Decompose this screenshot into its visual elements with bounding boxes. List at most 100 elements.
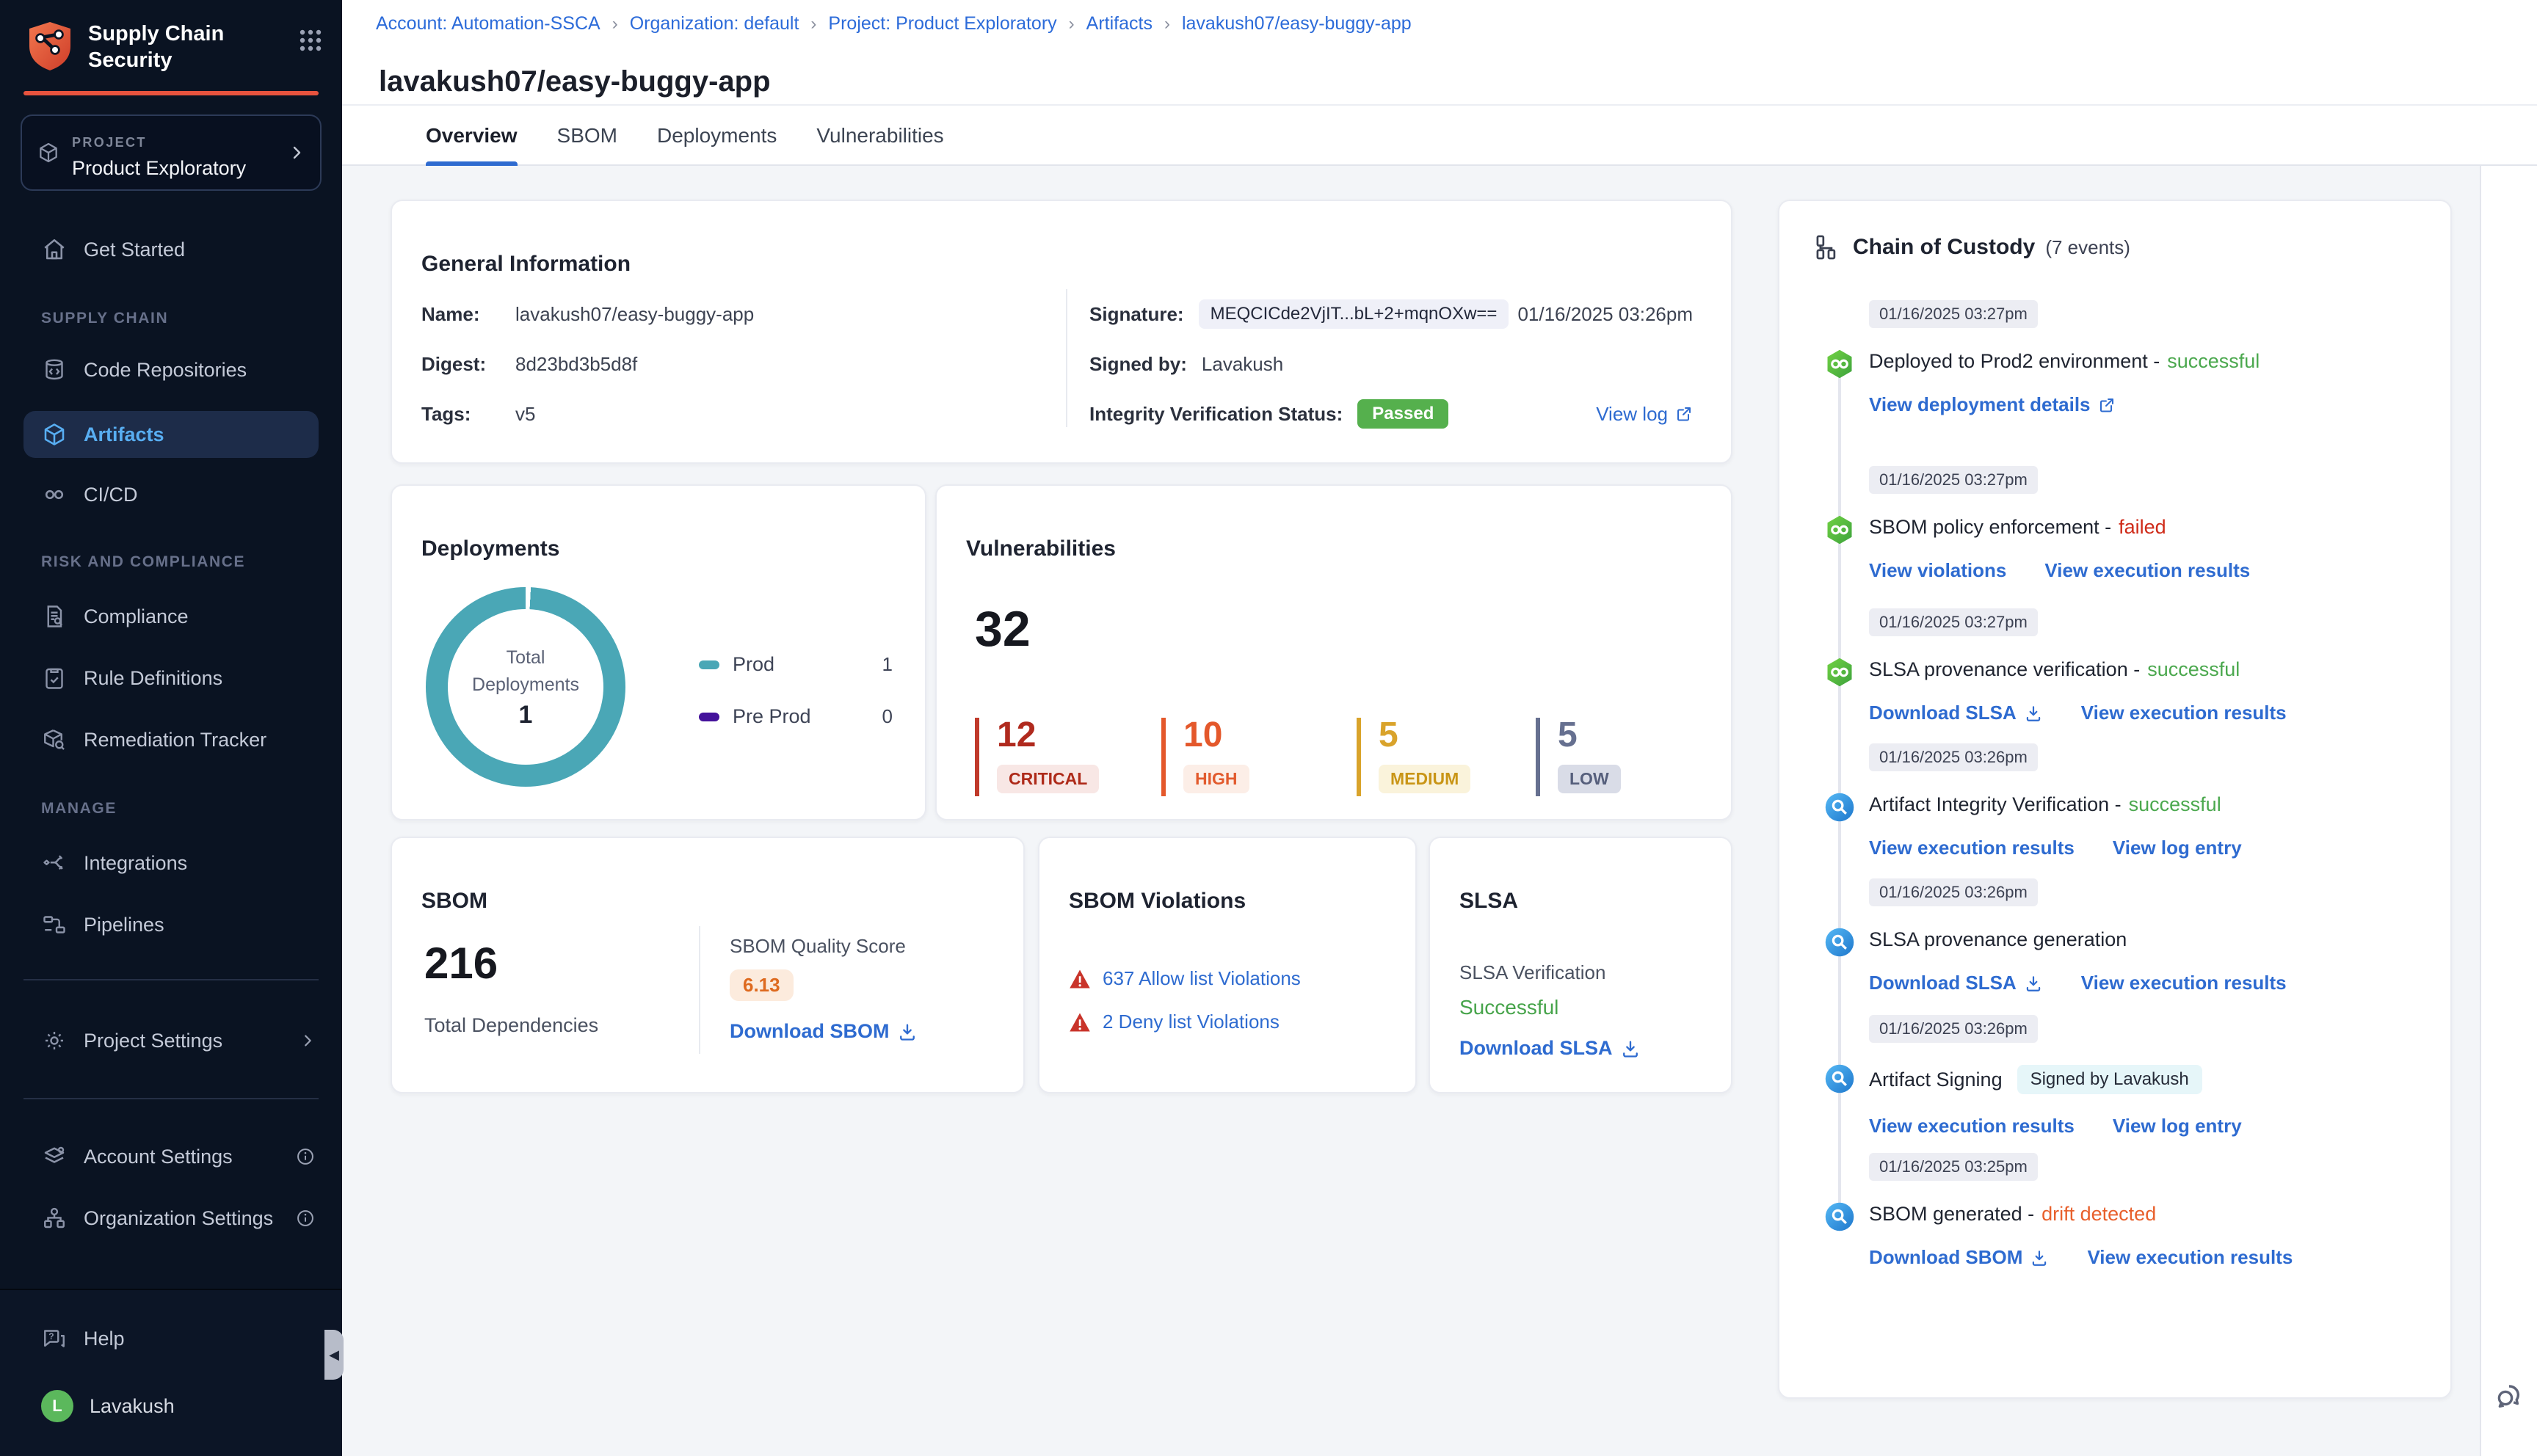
breadcrumb-account[interactable]: Account: Automation-SSCA bbox=[376, 13, 600, 34]
artifacts-cube-icon bbox=[41, 421, 68, 448]
sidebar-item-cicd[interactable]: CI/CD bbox=[0, 473, 342, 517]
severity-medium: 5 MEDIUM bbox=[1357, 718, 1536, 796]
legend-item-preprod: Pre Prod 0 bbox=[699, 705, 893, 728]
sidebar-collapse-handle[interactable]: ◀ bbox=[324, 1330, 344, 1380]
view-deployment-details-link[interactable]: View deployment details bbox=[1869, 393, 2116, 416]
view-execution-results-link[interactable]: View execution results bbox=[2087, 1246, 2293, 1269]
sidebar-item-organization-settings[interactable]: Organization Settings bbox=[0, 1196, 342, 1240]
external-link-icon bbox=[1677, 407, 1691, 421]
breadcrumb-project[interactable]: Project: Product Exploratory bbox=[828, 13, 1056, 34]
artifact-tags: v5 bbox=[515, 402, 536, 425]
warning-triangle-icon bbox=[1070, 969, 1090, 988]
severity-critical: 12 CRITICAL bbox=[975, 718, 1161, 796]
card-title: SBOM bbox=[421, 888, 487, 913]
timeline-event: 01/16/2025 03:27pm Deployed to Prod2 env… bbox=[1869, 298, 2424, 416]
sidebar-item-rule-definitions[interactable]: Rule Definitions bbox=[0, 656, 342, 700]
tab-deployments[interactable]: Deployments bbox=[657, 106, 777, 166]
allow-list-violations-link[interactable]: 637 Allow list Violations bbox=[1103, 967, 1301, 990]
slsa-verification-status: Successful bbox=[1459, 996, 1559, 1019]
download-icon bbox=[2026, 705, 2040, 721]
sitemap-icon bbox=[1812, 233, 1840, 261]
view-log-link[interactable]: View log bbox=[1596, 403, 1693, 426]
sidebar-item-label: Organization Settings bbox=[84, 1206, 274, 1229]
download-sbom-link[interactable]: Download SBOM bbox=[1869, 1246, 2049, 1269]
view-execution-results-link[interactable]: View execution results bbox=[1869, 837, 2075, 859]
legend-item-prod: Prod 1 bbox=[699, 653, 893, 676]
download-sbom-link[interactable]: Download SBOM bbox=[730, 1020, 918, 1043]
download-slsa-link[interactable]: Download SLSA bbox=[1459, 1037, 1641, 1060]
event-timestamp: 01/16/2025 03:27pm bbox=[1869, 466, 2038, 494]
sidebar-item-get-started[interactable]: Get Started bbox=[0, 228, 342, 272]
remediation-box-icon bbox=[41, 727, 68, 753]
home-icon bbox=[41, 236, 68, 263]
help-button[interactable]: ? Help bbox=[41, 1325, 125, 1352]
sidebar-item-label: Remediation Tracker bbox=[84, 728, 267, 751]
sidebar-section-supply-chain: SUPPLY CHAIN bbox=[41, 310, 169, 327]
breadcrumb-separator: › bbox=[810, 13, 817, 34]
event-timestamp: 01/16/2025 03:27pm bbox=[1869, 300, 2038, 328]
view-log-entry-link[interactable]: View log entry bbox=[2113, 1115, 2242, 1138]
feedback-chat-icon[interactable] bbox=[2493, 1377, 2528, 1412]
sidebar-item-label: Get Started bbox=[84, 238, 186, 261]
view-execution-results-link[interactable]: View execution results bbox=[2081, 972, 2287, 994]
deny-list-violations-link[interactable]: 2 Deny list Violations bbox=[1103, 1011, 1280, 1033]
severity-badge: HIGH bbox=[1183, 765, 1249, 793]
sidebar-item-pipelines[interactable]: Pipelines bbox=[0, 903, 342, 947]
external-link-icon bbox=[2099, 398, 2113, 412]
tab-sbom[interactable]: SBOM bbox=[557, 106, 617, 166]
sidebar-item-code-repositories[interactable]: Code Repositories bbox=[0, 348, 342, 392]
compliance-document-icon bbox=[41, 603, 68, 630]
sbom-total-dependencies: 216 bbox=[424, 939, 498, 988]
pipelines-icon bbox=[41, 911, 68, 938]
view-violations-link[interactable]: View violations bbox=[1869, 559, 2006, 582]
event-title: SLSA provenance verification - successfu… bbox=[1869, 658, 2240, 680]
event-status: drift detected bbox=[2041, 1203, 2157, 1225]
svg-text:?: ? bbox=[48, 1331, 54, 1342]
legend-value: 0 bbox=[882, 705, 893, 727]
name-row: Name: lavakush07/easy-buggy-app bbox=[421, 302, 755, 325]
view-execution-results-link[interactable]: View execution results bbox=[2044, 559, 2250, 582]
download-slsa-link[interactable]: Download SLSA bbox=[1869, 972, 2043, 994]
user-menu[interactable]: L Lavakush bbox=[41, 1390, 175, 1422]
content-area: General Information Name: lavakush07/eas… bbox=[342, 166, 2537, 1456]
donut-center-label: Total Deployments 1 bbox=[472, 647, 579, 729]
column-divider bbox=[1066, 289, 1067, 427]
sidebar-item-compliance[interactable]: Compliance bbox=[0, 594, 342, 638]
breadcrumb-current[interactable]: lavakush07/easy-buggy-app bbox=[1182, 13, 1412, 34]
sidebar-item-label: Rule Definitions bbox=[84, 666, 223, 689]
view-execution-results-link[interactable]: View execution results bbox=[2081, 702, 2287, 724]
sidebar-item-artifacts[interactable]: Artifacts bbox=[23, 411, 319, 458]
view-log-entry-link[interactable]: View log entry bbox=[2113, 837, 2242, 859]
sidebar-item-project-settings[interactable]: Project Settings bbox=[0, 1019, 342, 1063]
sidebar-item-remediation-tracker[interactable]: Remediation Tracker bbox=[0, 718, 342, 762]
sidebar-item-account-settings[interactable]: Account Settings bbox=[0, 1135, 342, 1179]
project-selector[interactable]: PROJECT Product Exploratory bbox=[21, 114, 322, 191]
download-icon bbox=[2033, 1250, 2047, 1266]
app-logo-shield-icon bbox=[26, 21, 73, 73]
sidebar-item-label: Artifacts bbox=[84, 423, 164, 445]
chevron-right-icon bbox=[300, 1033, 316, 1049]
breadcrumb-organization[interactable]: Organization: default bbox=[630, 13, 799, 34]
event-links: View violations View execution results bbox=[1869, 559, 2424, 582]
artifact-digest: 8d23bd3b5d8f bbox=[515, 352, 638, 375]
tab-vulnerabilities[interactable]: Vulnerabilities bbox=[816, 106, 943, 166]
signature-date: 01/16/2025 03:26pm bbox=[1517, 302, 1693, 325]
column-divider bbox=[699, 926, 700, 1054]
signed-by-badge: Signed by Lavakush bbox=[2017, 1065, 2202, 1094]
breadcrumb-artifacts[interactable]: Artifacts bbox=[1086, 13, 1153, 34]
code-repository-icon bbox=[41, 357, 68, 383]
help-label: Help bbox=[84, 1327, 125, 1350]
info-icon[interactable] bbox=[295, 1208, 316, 1228]
download-slsa-link[interactable]: Download SLSA bbox=[1869, 702, 2043, 724]
sidebar-item-integrations[interactable]: Integrations bbox=[0, 841, 342, 885]
view-execution-results-link[interactable]: View execution results bbox=[1869, 1115, 2075, 1138]
quality-score-label: SBOM Quality Score bbox=[730, 935, 906, 957]
event-status: successful bbox=[2147, 658, 2240, 680]
event-links: Download SLSA View execution results bbox=[1869, 702, 2424, 724]
info-icon[interactable] bbox=[295, 1146, 316, 1167]
module-grid-icon[interactable] bbox=[300, 29, 322, 51]
project-cube-icon bbox=[37, 141, 60, 164]
sidebar-section-manage: MANAGE bbox=[41, 800, 117, 817]
tab-overview[interactable]: Overview bbox=[426, 106, 518, 166]
severity-badge: MEDIUM bbox=[1379, 765, 1471, 793]
